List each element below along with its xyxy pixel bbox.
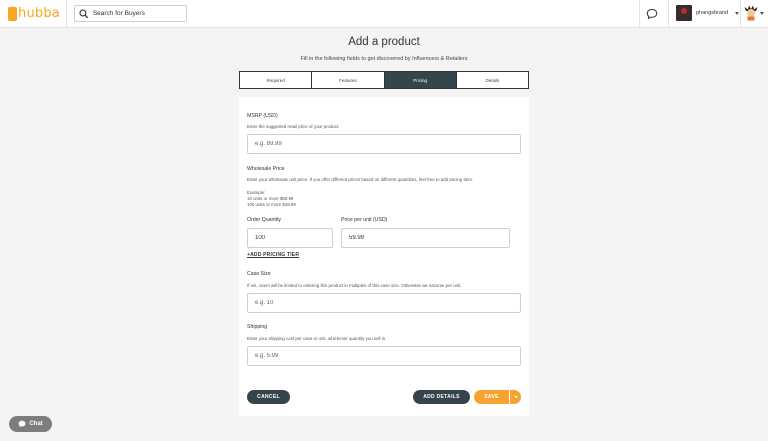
chevron-down-icon: [513, 396, 518, 398]
pricing-form: MSRP (USD) Enter the suggested retail pr…: [239, 97, 529, 416]
top-bar: hubba phangsbrand: [0, 0, 768, 28]
search-input[interactable]: [92, 10, 186, 17]
avatar: [676, 5, 692, 21]
mascot-avatar-icon[interactable]: [744, 5, 758, 21]
tab-pricing[interactable]: Pricing: [384, 72, 457, 88]
search-icon: [79, 9, 89, 18]
case-size-help: If set, users will be limited to orderin…: [247, 283, 462, 288]
chat-icon: [18, 420, 26, 428]
username: phangsbrand: [696, 10, 729, 16]
wholesale-help: Enter your wholesale unit price. If you …: [247, 177, 474, 182]
chevron-down-icon: [735, 11, 740, 15]
shipping-help: Enter your shipping cost per case or uni…: [247, 336, 387, 341]
divider: [668, 0, 669, 28]
logo-mark-icon: [8, 7, 17, 21]
cancel-button[interactable]: CANCEL: [247, 390, 290, 404]
chat-label: Chat: [29, 421, 43, 427]
step-tabs: Required Features Pricing Details: [239, 71, 529, 89]
price-per-unit-input[interactable]: [341, 228, 510, 248]
msrp-input[interactable]: [247, 134, 521, 154]
msrp-help: Enter the suggested retail price of your…: [247, 124, 340, 129]
shipping-input[interactable]: [247, 346, 521, 366]
page-title: Add a product: [348, 36, 420, 48]
hubba-logo[interactable]: hubba: [8, 6, 60, 22]
logo-text: hubba: [18, 6, 60, 21]
chevron-down-icon[interactable]: [760, 12, 764, 15]
add-details-button[interactable]: ADD DETAILS: [413, 390, 470, 404]
save-button[interactable]: SAVE: [474, 390, 509, 404]
page-subtitle: Fill in the following fields to get disc…: [300, 56, 468, 62]
chat-icon[interactable]: [646, 8, 658, 20]
case-size-input[interactable]: [247, 293, 521, 313]
divider: [639, 0, 640, 28]
save-options-button[interactable]: [510, 390, 521, 404]
divider: [740, 0, 741, 28]
price-per-unit-label: Price per unit (USD): [341, 217, 388, 223]
tab-details[interactable]: Details: [457, 72, 528, 88]
order-quantity-input[interactable]: [247, 228, 333, 248]
order-quantity-label: Order Quantity: [247, 217, 282, 223]
user-menu[interactable]: phangsbrand: [676, 5, 740, 21]
msrp-label: MSRP (USD): [247, 113, 278, 119]
case-size-label: Case Size: [247, 271, 271, 277]
tab-features[interactable]: Features: [312, 72, 385, 88]
wholesale-label: Wholesale Price: [247, 166, 285, 172]
chat-launcher-button[interactable]: Chat: [9, 416, 52, 432]
search-box[interactable]: [74, 5, 187, 22]
divider: [66, 0, 67, 28]
add-pricing-tier-link[interactable]: +ADD PRICING TIER: [247, 252, 299, 258]
example-line: 100 units or more $49.99: [247, 202, 296, 207]
tab-required[interactable]: Required: [240, 72, 313, 88]
save-button-group: SAVE: [474, 390, 521, 404]
shipping-label: Shipping: [247, 324, 268, 330]
